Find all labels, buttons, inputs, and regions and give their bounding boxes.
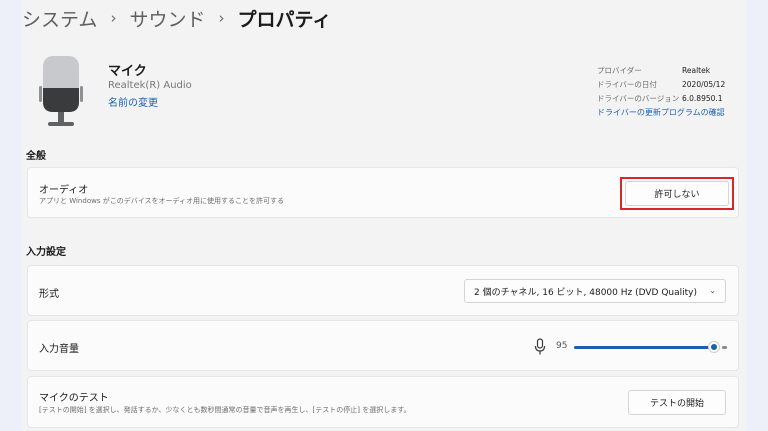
driver-provider-label: プロバイダー <box>597 65 642 75</box>
volume-slider-thumb[interactable] <box>708 341 720 353</box>
volume-title: 入力音量 <box>39 344 79 355</box>
format-title: 形式 <box>39 289 59 300</box>
volume-slider[interactable] <box>574 340 727 354</box>
format-card: 形式 2 個のチャネル, 16 ビット, 48000 Hz (DVD Quali… <box>27 265 739 316</box>
breadcrumb-item-sound[interactable]: サウンド <box>129 5 205 32</box>
rename-link[interactable]: 名前の変更 <box>108 94 158 109</box>
highlight-box <box>620 177 734 210</box>
driver-date-value: 2020/05/12 <box>682 79 726 89</box>
mic-test-card: マイクのテスト [テストの開始] を選択し、発話するか、少なくとも数秒間通常の音… <box>27 376 739 428</box>
chevron-down-icon: ⌄ <box>709 286 716 295</box>
microphone-icon[interactable] <box>534 338 546 356</box>
audio-title: オーディオ <box>39 185 89 196</box>
driver-version-row: ドライバーのバージョン 6.0.8950.1 <box>597 91 725 105</box>
section-title-general: 全般 <box>26 151 46 162</box>
volume-slider-rest <box>722 346 727 349</box>
driver-date-row: ドライバーの日付 2020/05/12 <box>597 77 725 91</box>
breadcrumb-item-system[interactable]: システム <box>22 5 97 32</box>
driver-version-value: 6.0.8950.1 <box>682 93 723 103</box>
audio-description: アプリと Windows がこのデバイスをオーディオ用に使用することを許可する <box>39 197 284 205</box>
breadcrumb: システム › サウンド › プロパティ <box>22 4 331 32</box>
driver-update-link[interactable]: ドライバーの更新プログラムの確認 <box>597 107 725 118</box>
driver-version-label: ドライバーのバージョン <box>597 93 680 103</box>
driver-info: プロバイダー Realtek ドライバーの日付 2020/05/12 ドライバー… <box>597 63 725 105</box>
mic-test-title: マイクのテスト <box>39 393 109 404</box>
section-title-input: 入力設定 <box>26 247 66 258</box>
start-test-button[interactable]: テストの開始 <box>628 390 726 415</box>
audio-card: オーディオ アプリと Windows がこのデバイスをオーディオ用に使用すること… <box>27 167 739 218</box>
volume-value: 95 <box>556 341 568 351</box>
driver-provider-row: プロバイダー Realtek <box>597 63 725 77</box>
device-subtitle: Realtek(R) Audio <box>108 80 192 91</box>
device-name: マイク <box>108 64 147 79</box>
microphone-icon <box>39 56 83 126</box>
volume-slider-fill <box>574 346 714 349</box>
breadcrumb-separator-icon: › <box>110 9 117 27</box>
breadcrumb-separator-icon: › <box>218 9 225 27</box>
mic-test-description: [テストの開始] を選択し、発話するか、少なくとも数秒間通常の音量で音声を再生し… <box>39 406 411 414</box>
driver-provider-value: Realtek <box>682 65 711 75</box>
page-title: プロパティ <box>237 8 332 31</box>
driver-date-label: ドライバーの日付 <box>597 79 657 89</box>
format-selected-value: 2 個のチャネル, 16 ビット, 48000 Hz (DVD Quality) <box>474 287 697 298</box>
volume-card: 入力音量 95 <box>27 320 739 371</box>
format-select[interactable]: 2 個のチャネル, 16 ビット, 48000 Hz (DVD Quality)… <box>464 279 726 303</box>
